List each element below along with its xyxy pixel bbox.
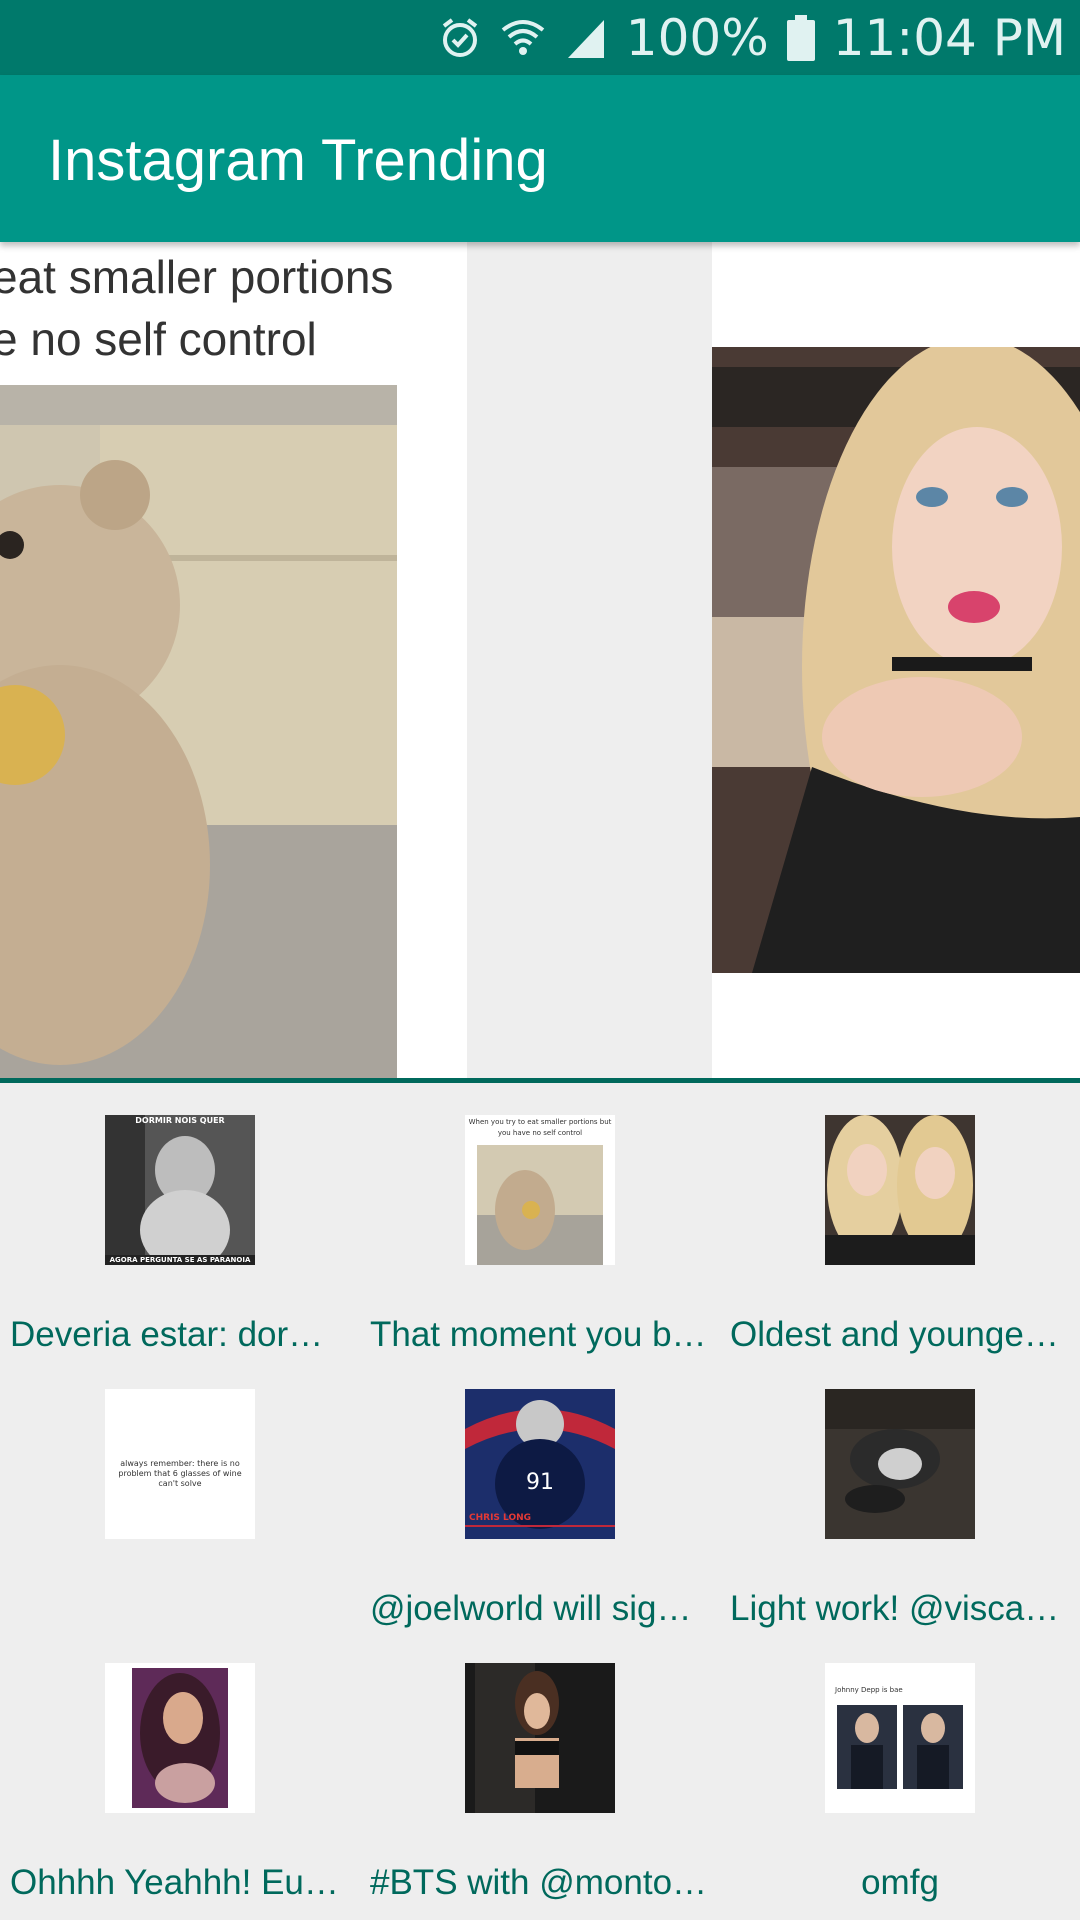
status-icons: 100% 11:04 PM bbox=[438, 0, 1066, 75]
app-bar: Instagram Trending bbox=[0, 75, 1080, 242]
thumb-bottom-text: AGORA PERGUNTA SE AS PARANOIA DEIXA bbox=[109, 1256, 251, 1264]
grid-item[interactable]: Oldest and younges… bbox=[720, 1083, 1080, 1357]
battery-icon bbox=[786, 14, 815, 61]
alarm-icon bbox=[442, 17, 477, 57]
grid-item[interactable]: Johnny Depp is bae omfg bbox=[720, 1631, 1080, 1905]
svg-text:91: 91 bbox=[526, 1470, 554, 1495]
post-thumbnail[interactable] bbox=[825, 1389, 975, 1539]
post-caption[interactable]: omfg bbox=[730, 1863, 1070, 1903]
thumb-top-text: DORMIR NOIS QUER bbox=[135, 1116, 225, 1125]
meme-caption-line-2: e no self control bbox=[0, 313, 317, 365]
grid-item[interactable]: 91 CHRIS LONG @joelworld will sig… bbox=[360, 1357, 720, 1631]
post-thumbnail[interactable] bbox=[465, 1663, 615, 1813]
wifi-icon bbox=[501, 19, 545, 55]
slide-selfie[interactable] bbox=[712, 242, 1080, 1078]
post-thumbnail[interactable]: When you try to eat smaller portions but… bbox=[465, 1115, 615, 1265]
grid-item[interactable]: When you try to eat smaller portions but… bbox=[360, 1083, 720, 1357]
post-thumbnail[interactable]: 91 CHRIS LONG bbox=[465, 1389, 615, 1539]
trending-grid: DORMIR NOIS QUER AGORA PERGUNTA SE AS PA… bbox=[0, 1083, 1080, 1920]
post-thumbnail[interactable]: Johnny Depp is bae bbox=[825, 1663, 975, 1813]
post-caption[interactable]: #BTS with @monto… bbox=[370, 1863, 710, 1903]
slide-dog-meme[interactable]: eat smaller portions e no self control bbox=[0, 242, 467, 1078]
grid-item[interactable]: DORMIR NOIS QUER AGORA PERGUNTA SE AS PA… bbox=[0, 1083, 360, 1357]
post-thumbnail[interactable]: always remember: there is no problem tha… bbox=[105, 1389, 255, 1539]
post-caption[interactable]: @joelworld will sig… bbox=[370, 1589, 710, 1629]
image-viewer-pager[interactable]: eat smaller portions e no self control bbox=[0, 242, 1080, 1078]
grid-item[interactable]: Ohhhh Yeahhh! Eu… bbox=[0, 1631, 360, 1905]
post-thumbnail[interactable] bbox=[105, 1663, 255, 1813]
post-caption[interactable]: Ohhhh Yeahhh! Eu… bbox=[10, 1863, 350, 1903]
battery-percent: 100% bbox=[625, 8, 769, 67]
grid-item[interactable]: always remember: there is no problem tha… bbox=[0, 1357, 360, 1631]
thumb-top-text: Johnny Depp is bae bbox=[835, 1686, 903, 1694]
signal-icon bbox=[567, 19, 604, 58]
app-title: Instagram Trending bbox=[48, 128, 548, 193]
meme-caption-line-1: eat smaller portions bbox=[0, 251, 394, 303]
thumb-bottom-text: CHRIS LONG bbox=[469, 1513, 532, 1523]
post-caption[interactable]: Oldest and younges… bbox=[730, 1315, 1070, 1355]
selfie-photo bbox=[712, 347, 1080, 973]
status-bar: 100% 11:04 PM bbox=[0, 0, 1080, 75]
dog-photo bbox=[0, 385, 397, 1078]
clock: 11:04 PM bbox=[832, 8, 1066, 67]
thumb-top-text: When you try to eat smaller portions but… bbox=[468, 1118, 612, 1137]
post-thumbnail[interactable]: DORMIR NOIS QUER AGORA PERGUNTA SE AS PA… bbox=[105, 1115, 255, 1265]
post-caption[interactable]: That moment you b… bbox=[370, 1315, 710, 1355]
post-thumbnail[interactable] bbox=[825, 1115, 975, 1265]
grid-item[interactable]: #BTS with @monto… bbox=[360, 1631, 720, 1905]
grid-item[interactable]: Light work! @viscar… bbox=[720, 1357, 1080, 1631]
post-caption[interactable]: Deveria estar: dorm… bbox=[10, 1315, 350, 1355]
post-caption[interactable]: Light work! @viscar… bbox=[730, 1589, 1070, 1629]
thumb-text: always remember: there is no problem tha… bbox=[118, 1459, 242, 1488]
